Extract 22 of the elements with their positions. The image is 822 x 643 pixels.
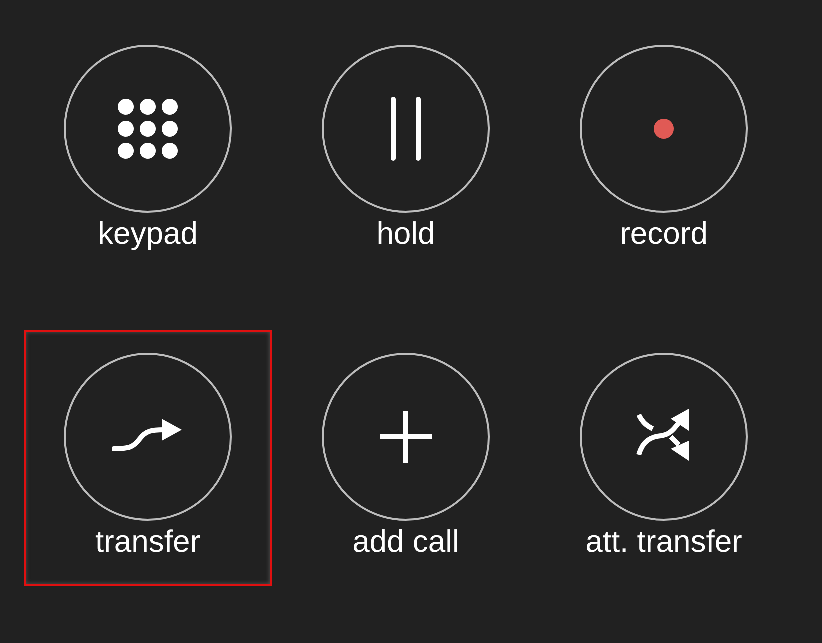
circle-button[interactable] xyxy=(580,353,748,521)
action-label: transfer xyxy=(95,524,201,560)
action-label: keypad xyxy=(98,216,198,252)
action-label: att. transfer xyxy=(586,524,742,560)
call-action[interactable]: transfer xyxy=(24,330,272,586)
keypad-icon xyxy=(118,99,178,159)
circle-button[interactable] xyxy=(64,45,232,213)
pause-icon xyxy=(389,97,423,161)
action-label: hold xyxy=(376,216,436,252)
call-action[interactable]: hold xyxy=(282,22,530,278)
circle-button[interactable] xyxy=(322,45,490,213)
circle-button[interactable] xyxy=(64,353,232,521)
action-label: add call xyxy=(352,524,460,560)
call-action[interactable]: add call xyxy=(282,330,530,586)
call-action[interactable]: att. transfer xyxy=(540,330,788,586)
call-action[interactable]: record xyxy=(540,22,788,278)
circle-button[interactable] xyxy=(580,45,748,213)
call-action[interactable]: keypad xyxy=(24,22,272,278)
plus-icon xyxy=(380,411,432,463)
circle-button[interactable] xyxy=(322,353,490,521)
record-dot-icon xyxy=(654,119,674,139)
action-label: record xyxy=(620,216,708,252)
